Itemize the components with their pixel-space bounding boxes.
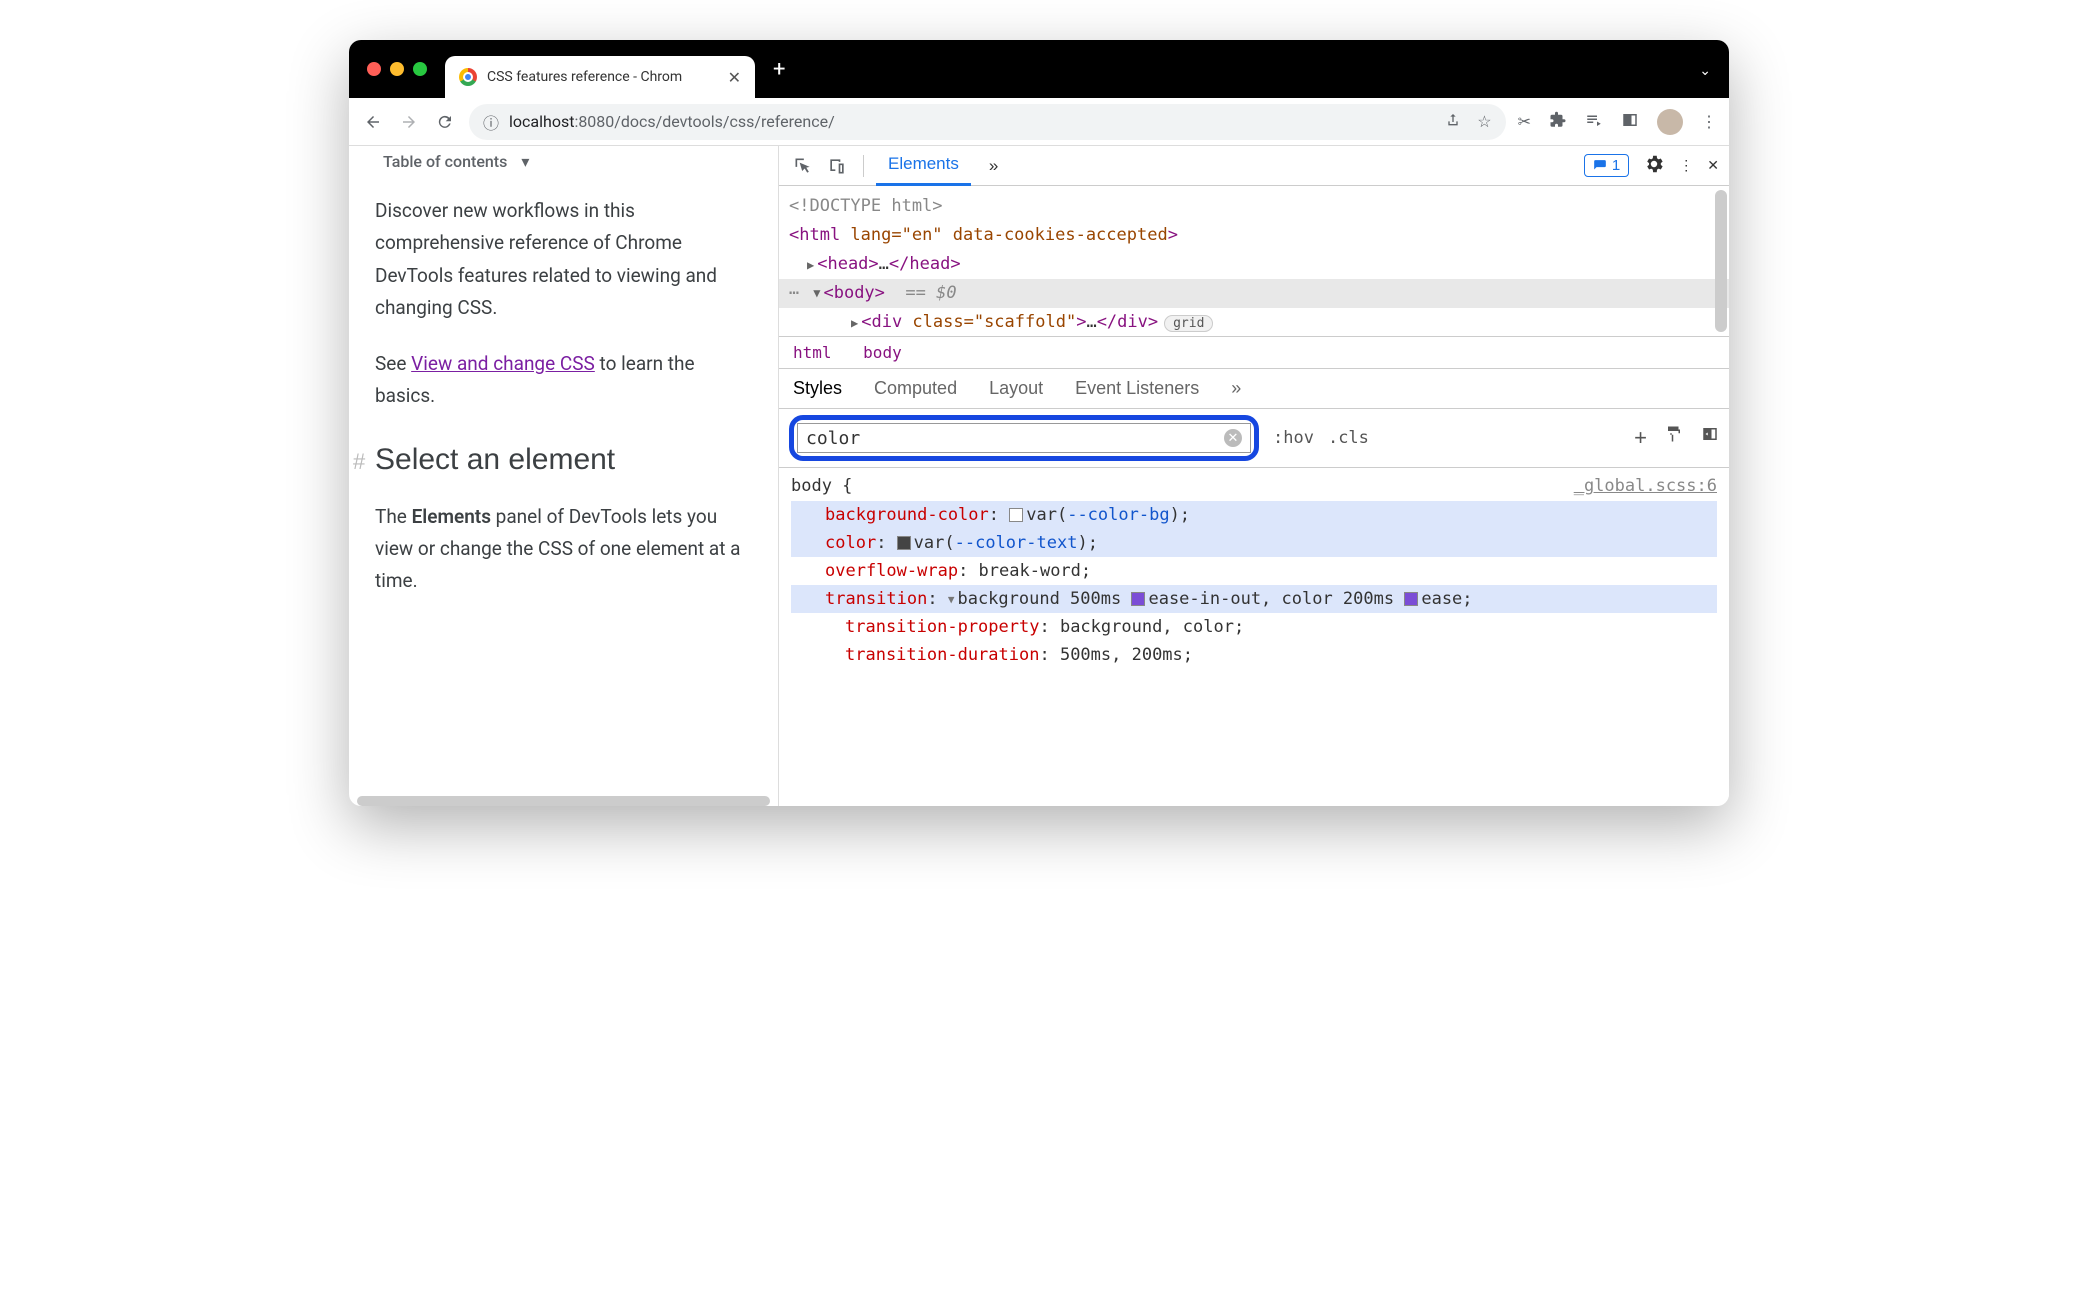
clear-filter-button[interactable]: ✕ [1224,429,1242,447]
doctype-node[interactable]: <!DOCTYPE html> [789,192,1719,221]
page-content: Table of contents ▾ Discover new workflo… [349,146,779,806]
device-toolbar-button[interactable] [823,152,851,180]
issues-count: 1 [1612,157,1620,174]
url-text: localhost:8080/docs/devtools/css/referen… [509,112,835,131]
toolbar-actions: ✂ ⋮ [1518,109,1717,135]
filter-highlight: ✕ [789,415,1259,461]
close-window-button[interactable] [367,62,381,76]
color-swatch-icon[interactable] [1009,508,1023,522]
browser-window: CSS features reference - Chrom ✕ + ⌄ ⓘ l… [349,40,1729,806]
playlist-icon[interactable] [1585,111,1603,133]
close-devtools-button[interactable]: ✕ [1707,157,1719,174]
settings-button[interactable] [1643,153,1665,178]
bookmark-icon[interactable]: ☆ [1477,112,1491,132]
rule-source-link[interactable]: _global.scss:6 [1574,472,1717,500]
section-heading: # Select an element [375,443,752,477]
forward-button[interactable] [397,110,421,134]
profile-avatar[interactable] [1657,109,1683,135]
styles-filter-input[interactable] [806,428,1224,449]
inspect-element-button[interactable] [789,152,817,180]
head-node[interactable]: ▶<head>…</head> [789,250,1719,279]
html-node[interactable]: <html lang="en" data-cookies-accepted> [789,221,1719,250]
grid-badge[interactable]: grid [1164,315,1213,332]
scissors-icon[interactable]: ✂ [1518,112,1531,131]
paint-icon[interactable] [1665,425,1683,451]
tab-title: CSS features reference - Chrom [487,69,718,85]
window-controls [349,62,445,76]
sidepanel-icon[interactable] [1621,111,1639,133]
styles-subtabs: Styles Computed Layout Event Listeners » [779,369,1729,409]
elements-paragraph: The Elements panel of DevTools lets you … [375,501,752,598]
decl-background-color[interactable]: background-color: var(--color-bg); [791,501,1717,529]
body-node-selected[interactable]: ⋯ ▼<body> == $0 [779,279,1729,308]
decl-transition-property[interactable]: transition-property: background, color; [791,613,1717,641]
devtools-panel: Elements » 1 ⋮ ✕ <!DOCTYPE html> <html l… [779,146,1729,806]
extensions-icon[interactable] [1549,111,1567,133]
easing-swatch-icon[interactable] [1404,592,1418,606]
styles-filter-bar: ✕ :hov .cls + [779,409,1729,468]
back-button[interactable] [361,110,385,134]
subtab-styles[interactable]: Styles [793,378,842,399]
new-style-rule-button[interactable]: + [1634,425,1647,451]
toc-toggle[interactable]: Table of contents ▾ [375,146,752,171]
see-also-paragraph: See View and change CSS to learn the bas… [375,348,752,413]
styles-pane[interactable]: body { _global.scss:6 background-color: … [779,468,1729,806]
crumb-html[interactable]: html [793,343,832,362]
view-change-css-link[interactable]: View and change CSS [411,352,595,375]
computed-sidebar-icon[interactable] [1701,425,1719,451]
maximize-window-button[interactable] [413,62,427,76]
menu-button[interactable]: ⋮ [1701,112,1717,131]
chevron-down-icon: ▾ [521,152,529,171]
easing-swatch-icon[interactable] [1131,592,1145,606]
tab-elements[interactable]: Elements [876,146,971,186]
browser-tab[interactable]: CSS features reference - Chrom ✕ [445,56,755,98]
separator [863,155,864,177]
subtab-event-listeners[interactable]: Event Listeners [1075,378,1199,399]
hash-icon: # [353,449,365,475]
address-bar[interactable]: ⓘ localhost:8080/docs/devtools/css/refer… [469,104,1506,140]
tab-overflow-button[interactable]: ⌄ [1699,60,1729,79]
close-tab-button[interactable]: ✕ [728,68,741,87]
dom-tree[interactable]: <!DOCTYPE html> <html lang="en" data-coo… [779,186,1729,336]
chevron-down-icon: ⌄ [1699,63,1711,79]
browser-toolbar: ⓘ localhost:8080/docs/devtools/css/refer… [349,98,1729,146]
subtab-more[interactable]: » [1231,378,1241,399]
viewport: Table of contents ▾ Discover new workflo… [349,146,1729,806]
filter-input-wrap: ✕ [797,423,1251,453]
cls-toggle[interactable]: .cls [1328,428,1369,448]
share-icon[interactable] [1445,112,1461,132]
new-tab-button[interactable]: + [755,57,803,82]
toc-label: Table of contents [383,152,507,171]
dom-breadcrumbs: html body [779,336,1729,369]
titlebar: CSS features reference - Chrom ✕ + ⌄ [349,40,1729,98]
decl-overflow-wrap[interactable]: overflow-wrap: break-word; [791,557,1717,585]
rule-selector: body { [791,472,852,500]
site-info-icon[interactable]: ⓘ [483,110,499,134]
scrollbar[interactable] [1715,190,1727,332]
favicon-icon [459,68,477,86]
more-tabs-button[interactable]: » [977,146,1010,186]
issues-badge[interactable]: 1 [1584,154,1629,177]
subtab-layout[interactable]: Layout [989,378,1043,399]
decl-transition-duration[interactable]: transition-duration: 500ms, 200ms; [791,641,1717,669]
subtab-computed[interactable]: Computed [874,378,957,399]
color-swatch-icon[interactable] [897,536,911,550]
decl-transition[interactable]: transition: ▼background 500ms ease-in-ou… [791,585,1717,613]
div-node[interactable]: ▶<div class="scaffold">…</div>grid [789,308,1719,337]
devtools-tabbar: Elements » 1 ⋮ ✕ [779,146,1729,186]
crumb-body[interactable]: body [863,343,902,362]
hover-toggle[interactable]: :hov [1273,428,1314,448]
minimize-window-button[interactable] [390,62,404,76]
rule-header[interactable]: body { _global.scss:6 [791,472,1717,500]
intro-paragraph: Discover new workflows in this comprehen… [375,195,752,324]
kebab-menu-button[interactable]: ⋮ [1679,157,1693,174]
decl-color[interactable]: color: var(--color-text); [791,529,1717,557]
reload-button[interactable] [433,110,457,134]
